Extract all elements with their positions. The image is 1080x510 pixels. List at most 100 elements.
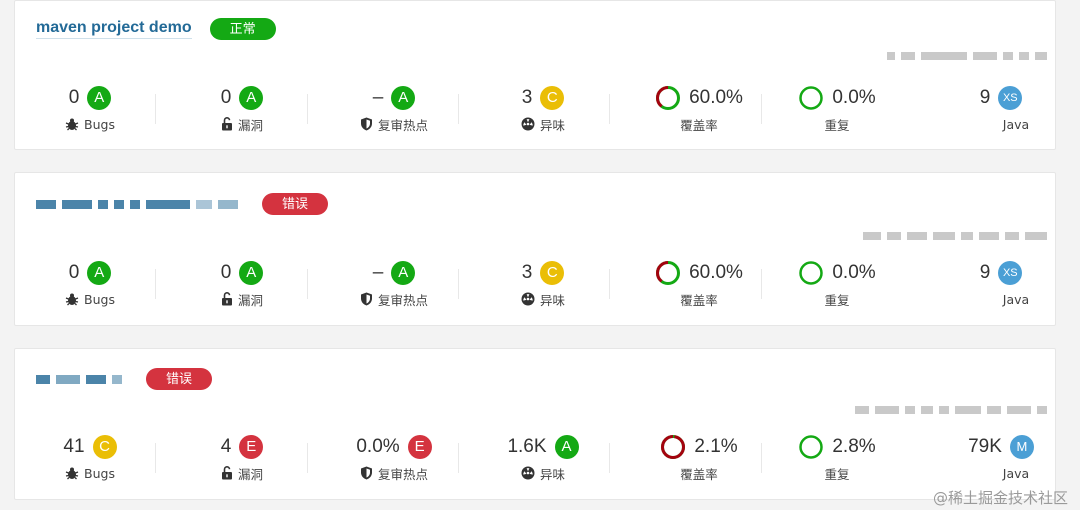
coverage-value: 2.1% [694,436,738,457]
bugs-metric[interactable]: 0A Bugs [20,259,160,319]
coverage-ring-icon [660,434,686,460]
hotspots-label: 复审热点 [377,466,428,482]
lines-value: 79K [968,436,1002,457]
rating-badge: A [554,435,579,459]
duplications-ring-icon [798,85,824,111]
bugs-value: 0 [68,262,80,283]
rating-badge: A [391,86,416,110]
coverage-metric[interactable]: 2.1% 覆盖率 [629,433,769,493]
lines-metric[interactable]: 79K M Java [961,433,1041,493]
unlock-icon [221,292,233,306]
divider [761,269,762,299]
shield-icon [360,466,373,480]
duplications-metric[interactable]: 0.0% 重复 [767,84,907,144]
redacted-analysis-date [881,51,1047,61]
language-label: Java [1002,465,1030,481]
duplications-metric[interactable]: 2.8% 重复 [767,433,907,493]
bug-icon [65,466,79,480]
divider [761,94,762,124]
size-badge: M [1009,435,1034,459]
bugs-label: Bugs [84,116,115,132]
vulnerabilities-metric[interactable]: 0A 漏洞 [172,84,312,144]
project-name-link[interactable] [36,368,128,390]
rating-badge: A [239,261,264,285]
divider [609,443,610,473]
divider [609,94,610,124]
coverage-label: 覆盖率 [680,466,718,482]
rating-badge: A [391,261,416,285]
metrics-row: 0A Bugs 0A 漏洞 – A 复审热点 3C 异味 60.0% 覆盖率 0.… [15,84,1055,144]
radiation-icon [521,466,535,480]
divider [155,443,156,473]
rating-badge: C [540,261,565,285]
hotspots-label: 复审热点 [377,292,428,308]
hotspots-metric[interactable]: – A 复审热点 [324,84,464,144]
divider [307,269,308,299]
project-card: 错误 0A Bugs 0A 漏洞 – A 复审热点 3C 异味 60.0% 覆盖率 [14,172,1056,326]
vulnerabilities-label: 漏洞 [237,117,263,133]
duplications-value: 0.0% [832,87,876,108]
vulnerabilities-value: 0 [220,87,232,108]
duplications-label: 重复 [824,466,850,482]
vulnerabilities-label: 漏洞 [237,292,263,308]
lines-metric[interactable]: 9 XS Java [961,259,1041,319]
bug-icon [65,292,79,306]
project-name-link[interactable] [36,193,244,215]
quality-gate-badge: 错误 [262,193,329,215]
coverage-value: 60.0% [689,87,743,108]
bugs-label: Bugs [84,465,115,481]
bugs-label: Bugs [84,291,115,307]
language-label: Java [1002,116,1030,132]
metrics-row: 41 C Bugs 4E 漏洞 0.0% E 复审热点 1.6K A 异味 2.1% … [15,433,1055,493]
size-badge: XS [998,261,1023,285]
lines-value: 9 [979,87,991,108]
unlock-icon [221,117,233,131]
unlock-icon [221,466,233,480]
duplications-label: 重复 [824,292,850,308]
coverage-ring-icon [655,85,681,111]
duplications-metric[interactable]: 0.0% 重复 [767,259,907,319]
coverage-metric[interactable]: 60.0% 覆盖率 [629,84,769,144]
radiation-icon [521,292,535,306]
code-smells-value: 3 [521,262,533,283]
code-smells-value: 3 [521,87,533,108]
shield-icon [360,117,373,131]
code-smells-metric[interactable]: 1.6K A 异味 [473,433,613,493]
bugs-metric[interactable]: 0A Bugs [20,84,160,144]
code-smells-label: 异味 [539,117,565,133]
coverage-label: 覆盖率 [680,292,718,308]
hotspots-metric[interactable]: 0.0% E 复审热点 [324,433,464,493]
hotspots-value: – [372,262,384,283]
divider [155,94,156,124]
watermark: @稀土掘金技术社区 [932,489,1068,507]
bugs-metric[interactable]: 41 C Bugs [20,433,160,493]
rating-badge: E [239,435,264,459]
rating-badge: E [407,435,432,459]
divider [609,269,610,299]
divider [307,94,308,124]
rating-badge: C [92,435,117,459]
divider [458,94,459,124]
hotspots-value: – [372,87,384,108]
lines-value: 9 [979,262,991,283]
quality-gate-badge: 正常 [209,18,276,40]
duplications-ring-icon [798,434,824,460]
code-smells-label: 异味 [539,466,565,482]
divider [761,443,762,473]
code-smells-metric[interactable]: 3C 异味 [473,84,613,144]
hotspots-metric[interactable]: – A 复审热点 [324,259,464,319]
code-smells-metric[interactable]: 3C 异味 [473,259,613,319]
vulnerabilities-metric[interactable]: 4E 漏洞 [172,433,312,493]
lines-metric[interactable]: 9 XS Java [961,84,1041,144]
size-badge: XS [998,86,1023,110]
coverage-ring-icon [655,260,681,286]
divider [458,269,459,299]
project-name-link[interactable]: maven project demo [36,19,192,39]
duplications-value: 0.0% [832,262,876,283]
metrics-row: 0A Bugs 0A 漏洞 – A 复审热点 3C 异味 60.0% 覆盖率 0.… [15,259,1055,319]
hotspots-label: 复审热点 [377,117,428,133]
coverage-metric[interactable]: 60.0% 覆盖率 [629,259,769,319]
vulnerabilities-metric[interactable]: 0A 漏洞 [172,259,312,319]
duplications-ring-icon [798,260,824,286]
quality-gate-badge: 错误 [146,368,213,390]
